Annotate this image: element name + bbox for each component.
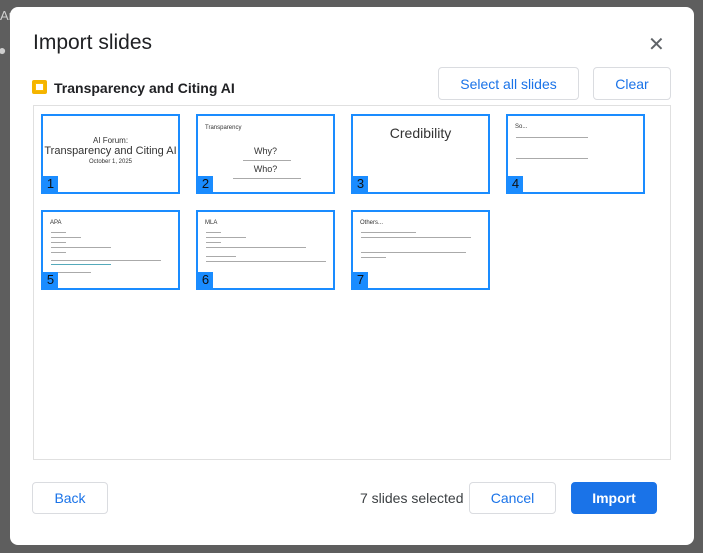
slide-text: Others... [360, 220, 384, 226]
slide-number: 4 [508, 176, 523, 192]
slide-thumbnail-3[interactable]: Credibility 3 [351, 114, 490, 194]
cancel-button[interactable]: Cancel [469, 482, 556, 514]
slide-grid[interactable]: AI Forum: Transparency and Citing AI Oct… [33, 105, 671, 460]
palette-icon: ● [0, 42, 7, 58]
slide-thumbnail-6[interactable]: MLA 6 [196, 210, 335, 290]
close-icon[interactable]: ✕ [648, 32, 665, 57]
import-button[interactable]: Import [571, 482, 657, 514]
slide-number: 3 [353, 176, 368, 192]
google-slides-icon [32, 80, 47, 94]
slide-text: Transparency and Citing AI [44, 145, 177, 157]
slide-number: 7 [353, 272, 368, 288]
selection-status: 7 slides selected [360, 490, 464, 506]
slide-thumbnail-4[interactable]: So... 4 [506, 114, 645, 194]
clear-button[interactable]: Clear [593, 67, 671, 100]
slide-text: Transparency [205, 125, 242, 131]
slide-number: 5 [43, 272, 58, 288]
slide-number: 2 [198, 176, 213, 192]
slide-text: October 1, 2025 [88, 159, 133, 165]
back-button[interactable]: Back [32, 482, 108, 514]
slide-text: MLA [205, 220, 218, 226]
slide-text: So... [515, 124, 528, 130]
slide-number: 6 [198, 272, 213, 288]
slide-text: APA [50, 220, 62, 226]
import-slides-dialog: Import slides ✕ Transparency and Citing … [10, 7, 694, 545]
slide-text: Credibility [389, 125, 452, 141]
slide-text: Who? [253, 164, 278, 174]
select-all-slides-button[interactable]: Select all slides [438, 67, 579, 100]
slide-text: AI Forum: [92, 136, 129, 145]
slide-thumbnail-5[interactable]: APA 5 [41, 210, 180, 290]
slide-thumbnail-7[interactable]: Others... 7 [351, 210, 490, 290]
presentation-name: Transparency and Citing AI [54, 80, 235, 96]
dialog-title: Import slides [33, 31, 153, 54]
slide-thumbnail-2[interactable]: Transparency Why? Who? 2 [196, 114, 335, 194]
slide-thumbnail-1[interactable]: AI Forum: Transparency and Citing AI Oct… [41, 114, 180, 194]
slide-text: Why? [253, 146, 277, 156]
slide-number: 1 [43, 176, 58, 192]
